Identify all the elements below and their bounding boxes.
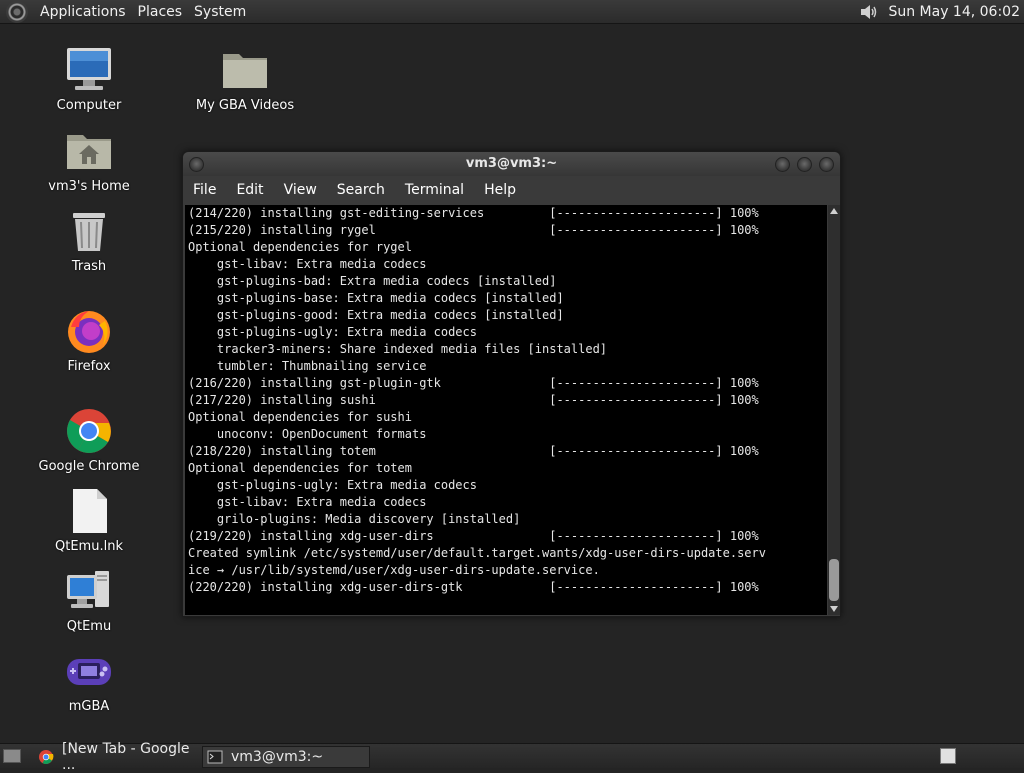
menu-edit[interactable]: Edit (226, 182, 273, 198)
desktop-icon-label: Google Chrome (38, 459, 140, 474)
taskbar-item-terminal[interactable]: vm3@vm3:~ (202, 746, 370, 768)
terminal-line: Created symlink /etc/systemd/user/defaul… (188, 546, 766, 560)
bottom-panel: [New Tab - Google ... vm3@vm3:~ (0, 741, 1024, 773)
terminal-line: (220/220) installing xdg-user-dirs-gtk [… (188, 580, 759, 594)
scroll-down-arrow-icon[interactable] (830, 606, 838, 612)
terminal-line: (216/220) installing gst-plugin-gtk [---… (188, 376, 759, 390)
terminal-line: ice → /usr/lib/systemd/user/xdg-user-dir… (188, 563, 600, 577)
terminal-line: gst-plugins-bad: Extra media codecs [ins… (188, 274, 557, 288)
taskbar-item-chrome[interactable]: [New Tab - Google ... (34, 741, 198, 773)
desktop-icon-google-chrome[interactable]: Google Chrome (34, 407, 144, 474)
trash-icon (65, 207, 113, 255)
gnome-foot-logo-icon[interactable] (6, 0, 28, 23)
show-desktop-icon[interactable] (3, 749, 21, 763)
terminal-line: (218/220) installing totem [------------… (188, 444, 759, 458)
chrome-icon (65, 407, 113, 455)
terminal-line: Optional dependencies for sushi (188, 410, 412, 424)
terminal-window[interactable]: vm3@vm3:~ File Edit View Search Terminal… (182, 151, 841, 617)
terminal-line: gst-libav: Extra media codecs (188, 495, 427, 509)
file-icon (65, 487, 113, 535)
mgba-gameboy-icon (65, 647, 113, 695)
terminal-scrollbar[interactable] (828, 205, 840, 615)
places-menu[interactable]: Places (132, 4, 189, 20)
chrome-icon (39, 750, 54, 764)
minimize-button[interactable] (775, 157, 790, 172)
clock[interactable]: Sun May 14, 06:02 (888, 4, 1020, 20)
system-menu[interactable]: System (188, 4, 252, 20)
desktop-icon-mgba[interactable]: mGBA (34, 647, 144, 714)
menu-terminal[interactable]: Terminal (395, 182, 474, 198)
terminal-line: Optional dependencies for totem (188, 461, 412, 475)
scrollbar-thumb[interactable] (829, 559, 839, 601)
home-folder-icon (65, 127, 113, 175)
firefox-icon (65, 307, 113, 355)
terminal-line: gst-plugins-ugly: Extra media codecs (188, 325, 477, 339)
desktop-icon-label: Firefox (67, 359, 111, 374)
workspace-switcher[interactable] (940, 748, 956, 764)
close-button[interactable] (819, 157, 834, 172)
desktop-icon-label: vm3's Home (48, 179, 130, 194)
taskbar-item-label: vm3@vm3:~ (231, 749, 324, 765)
terminal-line: gst-plugins-base: Extra media codecs [in… (188, 291, 564, 305)
qtemu-computer-icon (65, 567, 113, 615)
applications-menu[interactable]: Applications (34, 4, 132, 20)
terminal-menubar: File Edit View Search Terminal Help (183, 176, 840, 204)
desktop-icon-firefox[interactable]: Firefox (34, 307, 144, 374)
taskbar-item-label: [New Tab - Google ... (62, 741, 190, 773)
terminal-line: Optional dependencies for rygel (188, 240, 412, 254)
terminal-line: gst-libav: Extra media codecs (188, 257, 427, 271)
desktop-icon-label: Computer (56, 98, 122, 113)
terminal-output[interactable]: (214/220) installing gst-editing-service… (185, 205, 827, 615)
terminal-line: grilo-plugins: Media discovery [installe… (188, 512, 521, 526)
menu-file[interactable]: File (183, 182, 226, 198)
terminal-line: gst-plugins-good: Extra media codecs [in… (188, 308, 564, 322)
volume-icon[interactable] (858, 1, 880, 23)
terminal-line: (214/220) installing gst-editing-service… (188, 206, 759, 220)
terminal-line: (219/220) installing xdg-user-dirs [----… (188, 529, 759, 543)
terminal-line: gst-plugins-ugly: Extra media codecs (188, 478, 477, 492)
desktop-icon-my-gba-videos[interactable]: My GBA Videos (190, 46, 300, 113)
scroll-up-arrow-icon[interactable] (830, 208, 838, 214)
menu-search[interactable]: Search (327, 182, 395, 198)
terminal-line: tracker3-miners: Share indexed media fil… (188, 342, 608, 356)
desktop-icon-label: Trash (71, 259, 107, 274)
terminal-line: (215/220) installing rygel [------------… (188, 223, 759, 237)
folder-icon (221, 46, 269, 94)
desktop-icon-qtemu-lnk[interactable]: QtEmu.lnk (34, 487, 144, 554)
terminal-line: unoconv: OpenDocument formats (188, 427, 427, 441)
menu-help[interactable]: Help (474, 182, 526, 198)
maximize-button[interactable] (797, 157, 812, 172)
desktop-icon-home[interactable]: vm3's Home (34, 127, 144, 194)
top-panel: Applications Places System Sun May 14, 0… (0, 0, 1024, 24)
terminal-title: vm3@vm3:~ (465, 156, 558, 171)
desktop-icon-computer[interactable]: Computer (34, 46, 144, 113)
computer-icon (65, 46, 113, 94)
desktop-icon-label: QtEmu.lnk (55, 539, 123, 554)
terminal-titlebar[interactable]: vm3@vm3:~ (183, 152, 840, 176)
desktop-icon-qtemu[interactable]: QtEmu (34, 567, 144, 634)
terminal-icon (207, 750, 223, 764)
desktop-icon-label: mGBA (68, 699, 110, 714)
terminal-line: tumbler: Thumbnailing service (188, 359, 427, 373)
desktop-icon-label: QtEmu (66, 619, 112, 634)
menu-view[interactable]: View (274, 182, 327, 198)
desktop-icon-label: My GBA Videos (195, 98, 295, 113)
desktop-icon-trash[interactable]: Trash (34, 207, 144, 274)
terminal-line: (217/220) installing sushi [------------… (188, 393, 759, 407)
